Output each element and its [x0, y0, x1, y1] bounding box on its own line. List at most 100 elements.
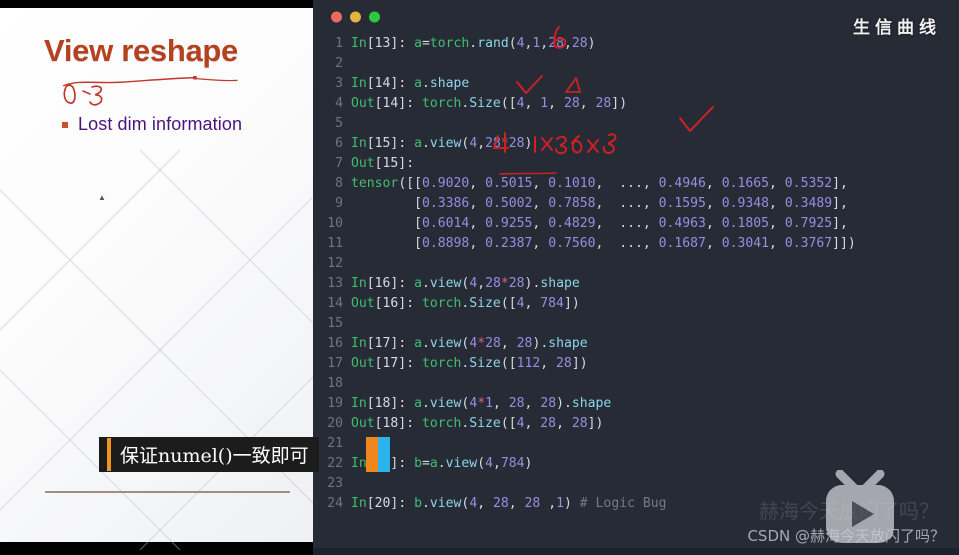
slide-cursor-mark: ▲	[98, 193, 106, 202]
slide-bullet-item: Lost dim information	[62, 114, 242, 135]
slide-title: View reshape	[44, 33, 238, 68]
ipython-terminal-window: 1 In[13]: a=torch.rand(4,1,28,28) 2 3 In[14]…	[313, 0, 959, 548]
terminal-line: 18	[313, 374, 959, 394]
maximize-button[interactable]	[369, 11, 380, 23]
terminal-line: 7 Out[15]:	[313, 154, 959, 174]
terminal-line: 19 In[18]: a.view(4*1, 28, 28).shape	[313, 394, 959, 414]
line-number: 19	[327, 396, 343, 411]
prompt-label: In	[351, 396, 367, 411]
code-text: [0.8898, 0.2387, 0.7560, ..., 0.1687, 0.…	[414, 236, 856, 251]
prompt-index: [13]:	[366, 36, 415, 51]
prompt-index: [15]:	[366, 136, 415, 151]
terminal-line: 6 In[15]: a.view(4,28*28)	[313, 134, 959, 154]
prompt-label: Out	[351, 356, 375, 371]
subtitle-text: 保证numel()一致即可	[120, 445, 309, 467]
line-number: 1	[335, 36, 343, 51]
terminal-line: 15	[313, 314, 959, 334]
prompt-label: In	[351, 276, 367, 291]
terminal-line: 14 Out[16]: torch.Size([4, 784])	[313, 294, 959, 314]
slide-letterbox-bottom	[0, 542, 313, 555]
line-number: 9	[335, 196, 343, 211]
code-text: b=a.view(4,784)	[414, 456, 533, 471]
code-text: torch.Size([4, 1, 28, 28])	[421, 96, 628, 111]
prompt-index: [14]:	[374, 96, 422, 111]
subtitle-bar-orange	[366, 437, 378, 472]
subtitle-accent-bar	[107, 438, 111, 471]
terminal-line: 3 In[14]: a.shape	[313, 74, 959, 94]
slide-bullet-text: Lost dim information	[78, 114, 243, 134]
line-number: 8	[335, 176, 343, 191]
terminal-line: 9 [0.3386, 0.5002, 0.7858, ..., 0.1595, …	[313, 194, 959, 214]
slide-horizontal-rule	[45, 491, 290, 493]
prompt-index: [15]:	[374, 156, 422, 171]
prompt-label: Out	[351, 96, 375, 111]
code-text: torch.Size([112, 28])	[421, 356, 588, 371]
line-number: 5	[335, 116, 343, 131]
prompt-label: In	[351, 456, 367, 471]
code-text: b.view(4, 28, 28 ,1) # Logic Bug	[414, 496, 667, 511]
prompt-label: In	[351, 36, 367, 51]
terminal-line: 21	[313, 434, 959, 454]
prompt-index: [20]:	[366, 496, 415, 511]
prompt-label: Out	[351, 416, 375, 431]
slide-letterbox-top	[0, 0, 313, 8]
line-number: 12	[327, 256, 343, 271]
terminal-line: 2	[313, 54, 959, 74]
code-text: a.shape	[414, 76, 470, 91]
video-frame: View reshape Lost dim information ▲ 1 In[…	[0, 0, 959, 555]
terminal-line: 17 Out[17]: torch.Size([112, 28])	[313, 354, 959, 374]
hand-annotation-03	[63, 84, 103, 106]
line-number: 24	[327, 496, 343, 511]
prompt-index: [17]:	[374, 356, 422, 371]
code-text: a=torch.rand(4,1,28,28)	[414, 36, 596, 51]
code-text: tensor([[0.9020, 0.5015, 0.1010, ..., 0.…	[351, 176, 848, 191]
terminal-line: 12	[313, 254, 959, 274]
video-subtitle: 保证numel()一致即可	[99, 437, 319, 472]
subtitle-bar-blue	[378, 437, 390, 472]
prompt-index: [17]:	[366, 336, 415, 351]
csdn-watermark: CSDN @赫海今天放闪了吗？	[747, 527, 945, 545]
line-number: 16	[327, 336, 343, 351]
prompt-index: [14]:	[366, 76, 415, 91]
terminal-line: 11 [0.8898, 0.2387, 0.7560, ..., 0.1687,…	[313, 234, 959, 254]
line-number: 20	[327, 416, 343, 431]
code-text: torch.Size([4, 784])	[421, 296, 580, 311]
prompt-label: In	[351, 76, 367, 91]
terminal-line: 16 In[17]: a.view(4*28, 28).shape	[313, 334, 959, 354]
line-number: 7	[335, 156, 343, 171]
prompt-label: Out	[351, 156, 375, 171]
line-number: 10	[327, 216, 343, 231]
code-text: torch.Size([4, 28, 28])	[421, 416, 604, 431]
close-button[interactable]	[331, 11, 342, 23]
prompt-index: [16]:	[374, 296, 422, 311]
minimize-button[interactable]	[350, 11, 361, 23]
line-number: 3	[335, 76, 343, 91]
prompt-label: In	[351, 136, 367, 151]
terminal-line: 4 Out[14]: torch.Size([4, 1, 28, 28])	[313, 94, 959, 114]
terminal-line: 8 tensor([[0.9020, 0.5015, 0.1010, ..., 0…	[313, 174, 959, 194]
prompt-label: In	[351, 496, 367, 511]
line-number: 15	[327, 316, 343, 331]
code-text: [0.6014, 0.9255, 0.4829, ..., 0.4963, 0.…	[414, 216, 848, 231]
terminal-line: 13 In[16]: a.view(4,28*28).shape	[313, 274, 959, 294]
prompt-index: [16]:	[366, 276, 415, 291]
code-text: [0.3386, 0.5002, 0.7858, ..., 0.1595, 0.…	[414, 196, 848, 211]
prompt-label: In	[351, 336, 367, 351]
line-number: 17	[327, 356, 343, 371]
channel-watermark-text: 生信曲线	[853, 18, 941, 38]
code-text: a.view(4,28*28).shape	[414, 276, 580, 291]
prompt-index: [18]:	[366, 396, 415, 411]
line-number: 11	[327, 236, 343, 251]
code-text: a.view(4*1, 28, 28).shape	[414, 396, 612, 411]
line-number: 2	[335, 56, 343, 71]
line-number: 18	[327, 376, 343, 391]
terminal-line: 10 [0.6014, 0.9255, 0.4829, ..., 0.4963,…	[313, 214, 959, 234]
square-bullet-icon	[62, 121, 68, 128]
line-number: 4	[335, 96, 343, 111]
line-number: 13	[327, 276, 343, 291]
terminal-line: 5	[313, 114, 959, 134]
code-text: a.view(4,28*28)	[414, 136, 533, 151]
line-number: 14	[327, 296, 343, 311]
code-text: a.view(4*28, 28).shape	[414, 336, 588, 351]
terminal-line: 20 Out[18]: torch.Size([4, 28, 28])	[313, 414, 959, 434]
